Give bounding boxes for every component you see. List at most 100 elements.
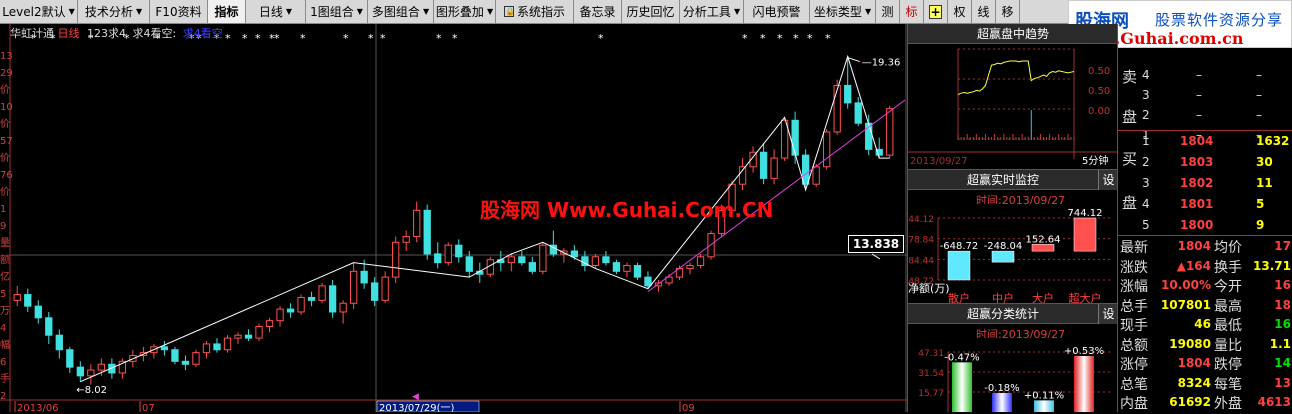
stat-bar <box>952 362 972 412</box>
toolbar-item-15[interactable]: 标 <box>900 0 924 23</box>
monitor-bar <box>1031 244 1055 252</box>
monitor-settings-button[interactable]: 设 <box>1098 170 1118 190</box>
stat-label: 今开 <box>1214 279 1242 295</box>
candle <box>823 129 831 170</box>
toolbar-label: 系统指示 <box>516 5 565 19</box>
monitor-value-label: -248.04 <box>984 241 1023 252</box>
toolbar-item-11[interactable]: 分析工具 ▼ <box>680 0 744 23</box>
stat-value: 46 <box>1194 317 1211 331</box>
monitor-bar <box>1073 217 1097 252</box>
toolbar-item-0[interactable]: Level2默认 ▼ <box>0 0 78 23</box>
signal-star: * <box>436 32 442 45</box>
quote-separator <box>1118 130 1292 131</box>
chevron-down-icon: ▼ <box>733 7 741 16</box>
toolbar-label: 图形叠加 <box>435 5 484 19</box>
sell-price: – <box>1196 88 1202 102</box>
buy-row[interactable]: 2 1803 30 <box>1118 153 1292 174</box>
buy-volume: 9 <box>1256 218 1265 232</box>
buy-label: 盘 <box>1122 194 1138 212</box>
buy-level: 3 <box>1142 176 1150 190</box>
sell-price: – <box>1196 108 1202 122</box>
monitor-tick: 278.84 <box>908 236 934 246</box>
stat-value: 61692 <box>1169 395 1211 409</box>
buy-volume: 1632 <box>1256 134 1290 148</box>
date-label: 07 <box>142 403 155 412</box>
indicator-label: 求4看空: <box>132 27 177 40</box>
stat-value-label: +0.11% <box>1024 390 1064 401</box>
sell-row-5 <box>1118 50 1292 71</box>
left-axis-label: 29 <box>0 68 13 79</box>
trend-chart[interactable]: 0.50 0.50 0.00 2013/09/27 5分钟 <box>908 44 1118 169</box>
buy-row[interactable]: 5 1800 9 <box>1118 216 1292 237</box>
toolbar-label: Level2默认 <box>2 5 66 19</box>
buy-row[interactable]: 1 1804 1632 <box>1118 132 1292 153</box>
toolbar-item-8[interactable]: 🔒 系统指示 <box>496 0 574 23</box>
stat-value: 13.71 <box>1253 258 1291 273</box>
candle <box>223 335 232 353</box>
trend-title: 超赢盘中趋势 <box>908 24 1118 44</box>
candle <box>171 346 179 365</box>
toolbar-item-9[interactable]: 备忘录 <box>574 0 622 23</box>
toolbar-label: 线 <box>977 5 990 19</box>
indicator-name[interactable]: 123求4 <box>87 27 126 40</box>
toolbar-item-1[interactable]: 技术分析 ▼ <box>78 0 150 23</box>
toolbar-item-4[interactable]: 日线 ▼ <box>246 0 306 23</box>
stat-value: 13 <box>1274 375 1291 390</box>
candle <box>318 282 326 304</box>
toolbar-item-5[interactable]: 1图组合 ▼ <box>306 0 368 23</box>
toolbar-item-18[interactable]: 线 <box>972 0 996 23</box>
signal-star: * <box>760 32 766 45</box>
stat-value: 10.00% <box>1161 278 1211 292</box>
chevron-down-icon: ▼ <box>135 7 143 16</box>
stat-row: 现手 46 最低 16 <box>1118 315 1292 336</box>
sell-row: 盘 2 – – <box>1118 106 1292 127</box>
buy-row[interactable]: 4 1801 5 <box>1118 195 1292 216</box>
stat-value-label: +0.53% <box>1064 346 1104 357</box>
signal-star: * <box>242 32 248 45</box>
toolbar-item-17[interactable]: 权 <box>948 0 972 23</box>
signal-star: * <box>793 32 799 45</box>
quote-panel: 卖 4– –3– – 盘 2– –1– –1 1804 1632 2 1803 30 3 1802 11 4 18… <box>1117 24 1292 412</box>
period-label[interactable]: 日线 <box>58 27 80 40</box>
stat-settings-button[interactable]: 设 <box>1098 304 1118 324</box>
candle <box>833 79 841 135</box>
toolbar-item-14[interactable]: 测 <box>876 0 900 23</box>
candle <box>392 236 400 283</box>
toolbar-item-16[interactable]: + <box>924 0 948 23</box>
toolbar-label: 历史回忆 <box>626 5 675 19</box>
toolbar-label: 分析工具 <box>682 5 731 19</box>
monitor-title: 超赢实时监控 <box>908 170 1098 190</box>
toolbar-item-6[interactable]: 多图组合 ▼ <box>368 0 434 23</box>
monitor-tick: 744.12 <box>908 215 934 225</box>
toolbar-item-13[interactable]: 坐标类型 ▼ <box>810 0 876 23</box>
high-price-label: —19.36 <box>862 58 901 69</box>
plus-box-icon[interactable]: + <box>929 4 942 19</box>
toolbar-item-19[interactable]: 移 <box>996 0 1020 23</box>
toolbar-item-12[interactable]: 闪电预警 <box>744 0 810 23</box>
trend-period[interactable]: 5分钟 <box>1082 154 1108 167</box>
toolbar-item-3[interactable]: 指标 <box>208 0 246 23</box>
signal-star: * <box>255 32 261 45</box>
stat-value: 1804 <box>1177 356 1211 370</box>
candle <box>423 204 431 260</box>
chart-title-bar: 华虹计通 日线 123求4 求4看空: 求4看空 <box>10 25 223 41</box>
toolbar-item-7[interactable]: 图形叠加 ▼ <box>434 0 496 23</box>
signal-star: * <box>225 32 231 45</box>
stat-title: 超赢分类统计 <box>908 304 1098 324</box>
stat-value-label: -0.18% <box>984 383 1019 394</box>
stat-value: 1.1 <box>1269 336 1291 351</box>
toolbar-item-10[interactable]: 历史回忆 <box>622 0 680 23</box>
stat-label: 换手 <box>1214 259 1242 276</box>
toolbar-label: 多图组合 <box>371 5 420 19</box>
monitor-value-label: -648.72 <box>940 241 979 252</box>
buy-row[interactable]: 3 1802 11 <box>1118 174 1292 195</box>
left-axis-label: 10 <box>0 102 13 113</box>
toolbar-label: F10资料 <box>155 5 202 19</box>
class-stat-panel: 超赢分类统计 设 时间:2013/09/27 47.31 31.54 15.77 -0… <box>907 303 1118 413</box>
buy-volume: 11 <box>1256 176 1273 190</box>
toolbar-label: 坐标类型 <box>813 5 862 19</box>
signal-star: * <box>825 32 831 45</box>
toolbar-item-2[interactable]: F10资料 <box>150 0 208 23</box>
chevron-down-icon: ▼ <box>422 7 430 16</box>
stat-label: 现手 <box>1120 318 1148 334</box>
